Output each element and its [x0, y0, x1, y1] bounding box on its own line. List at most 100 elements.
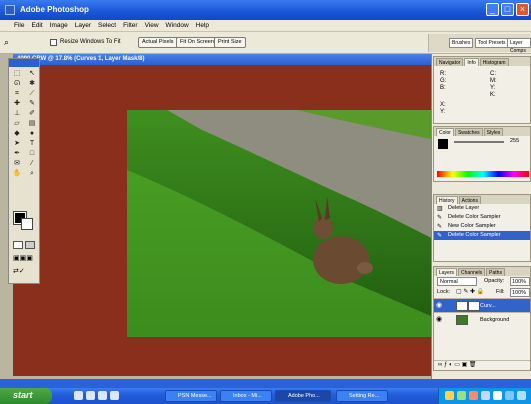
- slice-tool-icon[interactable]: ⟋: [25, 89, 39, 98]
- info-readout-xy: X: Y:: [440, 102, 446, 115]
- lock-icons[interactable]: ▢ ✎ ✚ 🔒: [456, 288, 484, 295]
- gradient-tool-icon[interactable]: ▤: [25, 119, 39, 128]
- tab-swatches[interactable]: Swatches: [454, 128, 483, 136]
- menu-image[interactable]: Image: [50, 22, 68, 29]
- quicklaunch-desktop-icon[interactable]: [86, 391, 95, 400]
- stamp-tool-icon[interactable]: ⊥: [10, 109, 24, 118]
- pen-tool-icon[interactable]: ✒: [10, 149, 24, 158]
- actual-pixels-button[interactable]: Actual Pixels: [138, 37, 178, 48]
- lock-label: Lock:: [437, 289, 451, 295]
- history-brush-tool-icon[interactable]: ✐: [25, 109, 39, 118]
- tab-history[interactable]: History: [436, 196, 458, 204]
- lasso-tool-icon[interactable]: ᘏ: [10, 79, 24, 88]
- screen-mode-icons[interactable]: ▣▣▣: [13, 254, 37, 263]
- tab-info[interactable]: Info: [464, 58, 479, 66]
- close-button[interactable]: ×: [516, 3, 529, 16]
- history-item[interactable]: ✎ Delete Color Sampler: [434, 213, 530, 222]
- quicklaunch-media-icon[interactable]: [98, 391, 107, 400]
- task-psn-messenger[interactable]: PSN Messe...: [165, 390, 217, 402]
- fill-input[interactable]: 100%: [510, 288, 530, 297]
- shape-tool-icon[interactable]: □: [25, 149, 39, 158]
- standard-mode-icon[interactable]: [13, 241, 23, 249]
- history-step-icon: ✎: [437, 233, 443, 239]
- toolbox-handle[interactable]: [9, 59, 39, 67]
- history-item-selected[interactable]: ✎ Delete Color Sampler: [434, 231, 530, 240]
- tray-icon[interactable]: [493, 391, 502, 400]
- color-foreground-swatch[interactable]: [438, 139, 448, 149]
- zoom-tool-icon[interactable]: ⌕: [4, 37, 9, 48]
- zoom-tool-box-icon[interactable]: ⌕: [25, 169, 39, 178]
- fit-on-screen-button[interactable]: Fit On Screen: [176, 37, 218, 48]
- brushes-tab[interactable]: Brushes: [449, 38, 474, 48]
- menu-help[interactable]: Help: [196, 22, 209, 29]
- quicklaunch-folder-icon[interactable]: [110, 391, 119, 400]
- tray-icon[interactable]: [505, 391, 514, 400]
- task-setting[interactable]: Setting Re...: [336, 390, 388, 402]
- marquee-tool-icon[interactable]: ⬚: [10, 69, 24, 78]
- tab-color[interactable]: Color: [436, 128, 454, 136]
- tab-styles[interactable]: Styles: [483, 128, 504, 136]
- task-adobe-photoshop[interactable]: Adobe Pho...: [275, 390, 331, 402]
- layer-row-curves[interactable]: ◉ Curv...: [434, 298, 530, 312]
- tray-icon[interactable]: [481, 391, 490, 400]
- start-label: start: [13, 390, 33, 400]
- dodge-tool-icon[interactable]: ●: [25, 129, 39, 138]
- menu-filter[interactable]: Filter: [123, 22, 137, 29]
- tray-icon[interactable]: [445, 391, 454, 400]
- quick-mask-mode-icon[interactable]: [24, 241, 35, 249]
- history-item[interactable]: ▥ Delete Layer: [434, 204, 530, 213]
- blend-mode-select[interactable]: Normal: [437, 277, 477, 286]
- maximize-button[interactable]: □: [501, 3, 514, 16]
- path-select-tool-icon[interactable]: ➤: [10, 139, 24, 148]
- opacity-input[interactable]: 100%: [510, 277, 530, 286]
- hand-tool-icon[interactable]: ✋: [10, 169, 24, 178]
- resize-windows-checkbox[interactable]: [50, 39, 57, 46]
- start-button[interactable]: start: [0, 388, 52, 404]
- menu-view[interactable]: View: [145, 22, 159, 29]
- color-value[interactable]: 255: [510, 138, 519, 144]
- eye-icon[interactable]: ◉: [436, 302, 444, 310]
- eraser-tool-icon[interactable]: ▱: [10, 119, 24, 128]
- tab-paths[interactable]: Paths: [486, 268, 505, 276]
- tool-presets-tab[interactable]: Tool Presets: [475, 38, 509, 48]
- magic-wand-tool-icon[interactable]: ✱: [25, 79, 39, 88]
- window-title: Adobe Photoshop: [20, 5, 89, 14]
- minimize-button[interactable]: _: [486, 3, 499, 16]
- menu-file[interactable]: File: [14, 22, 24, 29]
- quick-mask-buttons[interactable]: [13, 241, 37, 250]
- print-size-button[interactable]: Print Size: [214, 37, 246, 48]
- menu-window[interactable]: Window: [166, 22, 189, 29]
- history-item[interactable]: ✎ New Color Sampler: [434, 222, 530, 231]
- menu-select[interactable]: Select: [98, 22, 116, 29]
- jump-to-imageready-icon[interactable]: ⇄✓: [13, 267, 37, 276]
- healing-tool-icon[interactable]: ✚: [10, 99, 24, 108]
- tray-icon[interactable]: [517, 391, 526, 400]
- eyedropper-tool-icon[interactable]: ⁄: [25, 159, 39, 168]
- menu-edit[interactable]: Edit: [31, 22, 42, 29]
- tab-layers[interactable]: Layers: [436, 268, 458, 276]
- tray-icon[interactable]: [469, 391, 478, 400]
- notes-tool-icon[interactable]: ✉: [10, 159, 24, 168]
- document-title[interactable]: 4090.CRW @ 17.8% (Curves 1, Layer Mask/8…: [13, 54, 431, 65]
- color-spectrum-ramp[interactable]: [437, 171, 529, 177]
- type-tool-icon[interactable]: T: [25, 139, 39, 148]
- layer-comps-tab[interactable]: Layer Comps: [507, 38, 531, 54]
- rabbit-photo[interactable]: [127, 110, 445, 337]
- tray-icon[interactable]: [457, 391, 466, 400]
- layer-row-background[interactable]: ◉ Background: [434, 312, 530, 326]
- eye-icon[interactable]: ◉: [436, 316, 444, 324]
- crop-tool-icon[interactable]: ⌗: [10, 89, 24, 98]
- tab-actions[interactable]: Actions: [458, 196, 481, 204]
- tab-navigator[interactable]: Navigator: [436, 58, 464, 66]
- tab-channels[interactable]: Channels: [458, 268, 486, 276]
- blur-tool-icon[interactable]: ◆: [10, 129, 24, 138]
- brush-tool-icon[interactable]: ✎: [25, 99, 39, 108]
- task-inbox[interactable]: Inbox - Mi...: [220, 390, 272, 402]
- layers-footer-icons[interactable]: ∞ ƒ ◐ ▭ ▣ 🗑: [434, 360, 530, 370]
- menu-layer[interactable]: Layer: [75, 22, 91, 29]
- color-slider-track[interactable]: [454, 141, 504, 143]
- move-tool-icon[interactable]: ↖: [25, 69, 39, 78]
- quicklaunch-ie-icon[interactable]: [74, 391, 83, 400]
- tab-histogram[interactable]: Histogram: [479, 58, 509, 66]
- background-color-swatch[interactable]: [21, 218, 33, 230]
